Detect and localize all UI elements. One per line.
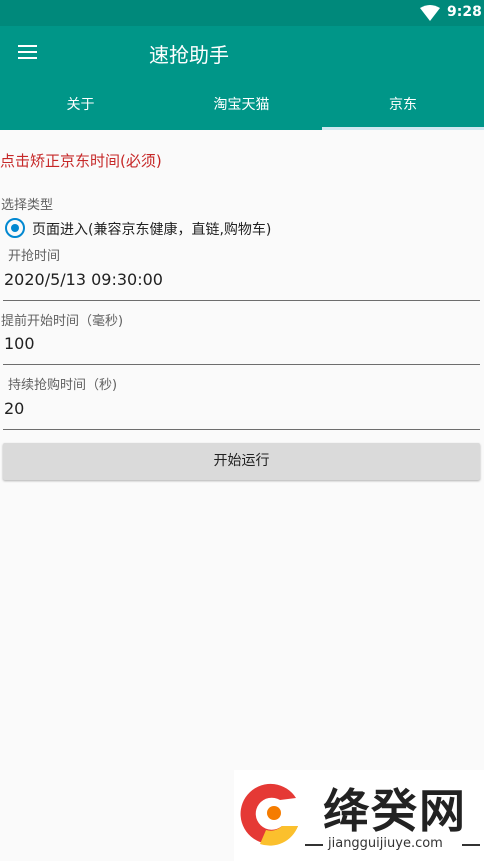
start-run-button[interactable]: 开始运行: [3, 443, 480, 480]
watermark-text: 绛癸网: [323, 784, 467, 838]
status-time: 9:28: [447, 4, 482, 20]
tab-jd[interactable]: 京东: [322, 80, 484, 130]
duration-label: 持续抢购时间（秒): [8, 378, 118, 393]
watermark-url: jiangguijiuye.com: [328, 836, 443, 851]
start-time-input[interactable]: [3, 264, 474, 294]
app-toolbar: 速抢助手: [0, 26, 484, 80]
tab-label: 关于: [66, 97, 95, 113]
radio-button[interactable]: [5, 218, 25, 238]
wifi-icon: [420, 5, 440, 21]
calibrate-time-link[interactable]: 点击矫正京东时间(必须): [0, 150, 162, 171]
tab-taobao-tmall[interactable]: 淘宝天猫: [161, 80, 322, 130]
status-bar: 9:28: [0, 0, 484, 26]
tab-label: 淘宝天猫: [213, 97, 270, 113]
watermark-divider-right: [462, 844, 480, 846]
app-title: 速抢助手: [149, 43, 229, 67]
advance-time-label: 提前开始时间（毫秒): [1, 314, 124, 329]
radio-checked-dot: [11, 224, 19, 232]
watermark-divider-left: [305, 844, 323, 846]
advance-time-input[interactable]: [3, 328, 474, 358]
tab-bar: 关于 淘宝天猫 京东: [0, 80, 484, 130]
advance-time-field[interactable]: [3, 328, 480, 365]
select-type-label: 选择类型: [1, 198, 54, 213]
tab-about[interactable]: 关于: [0, 80, 161, 130]
start-time-label: 开抢时间: [8, 249, 61, 264]
duration-field[interactable]: [3, 393, 480, 430]
watermark-logo-icon: [240, 783, 298, 846]
duration-input[interactable]: [3, 393, 474, 423]
tab-label: 京东: [389, 97, 417, 113]
hamburger-menu-icon[interactable]: [14, 40, 42, 66]
radio-label: 页面进入(兼容京东健康，直链,购物车): [32, 222, 272, 238]
tab-indicator: [322, 127, 484, 130]
start-time-field[interactable]: [3, 264, 480, 301]
